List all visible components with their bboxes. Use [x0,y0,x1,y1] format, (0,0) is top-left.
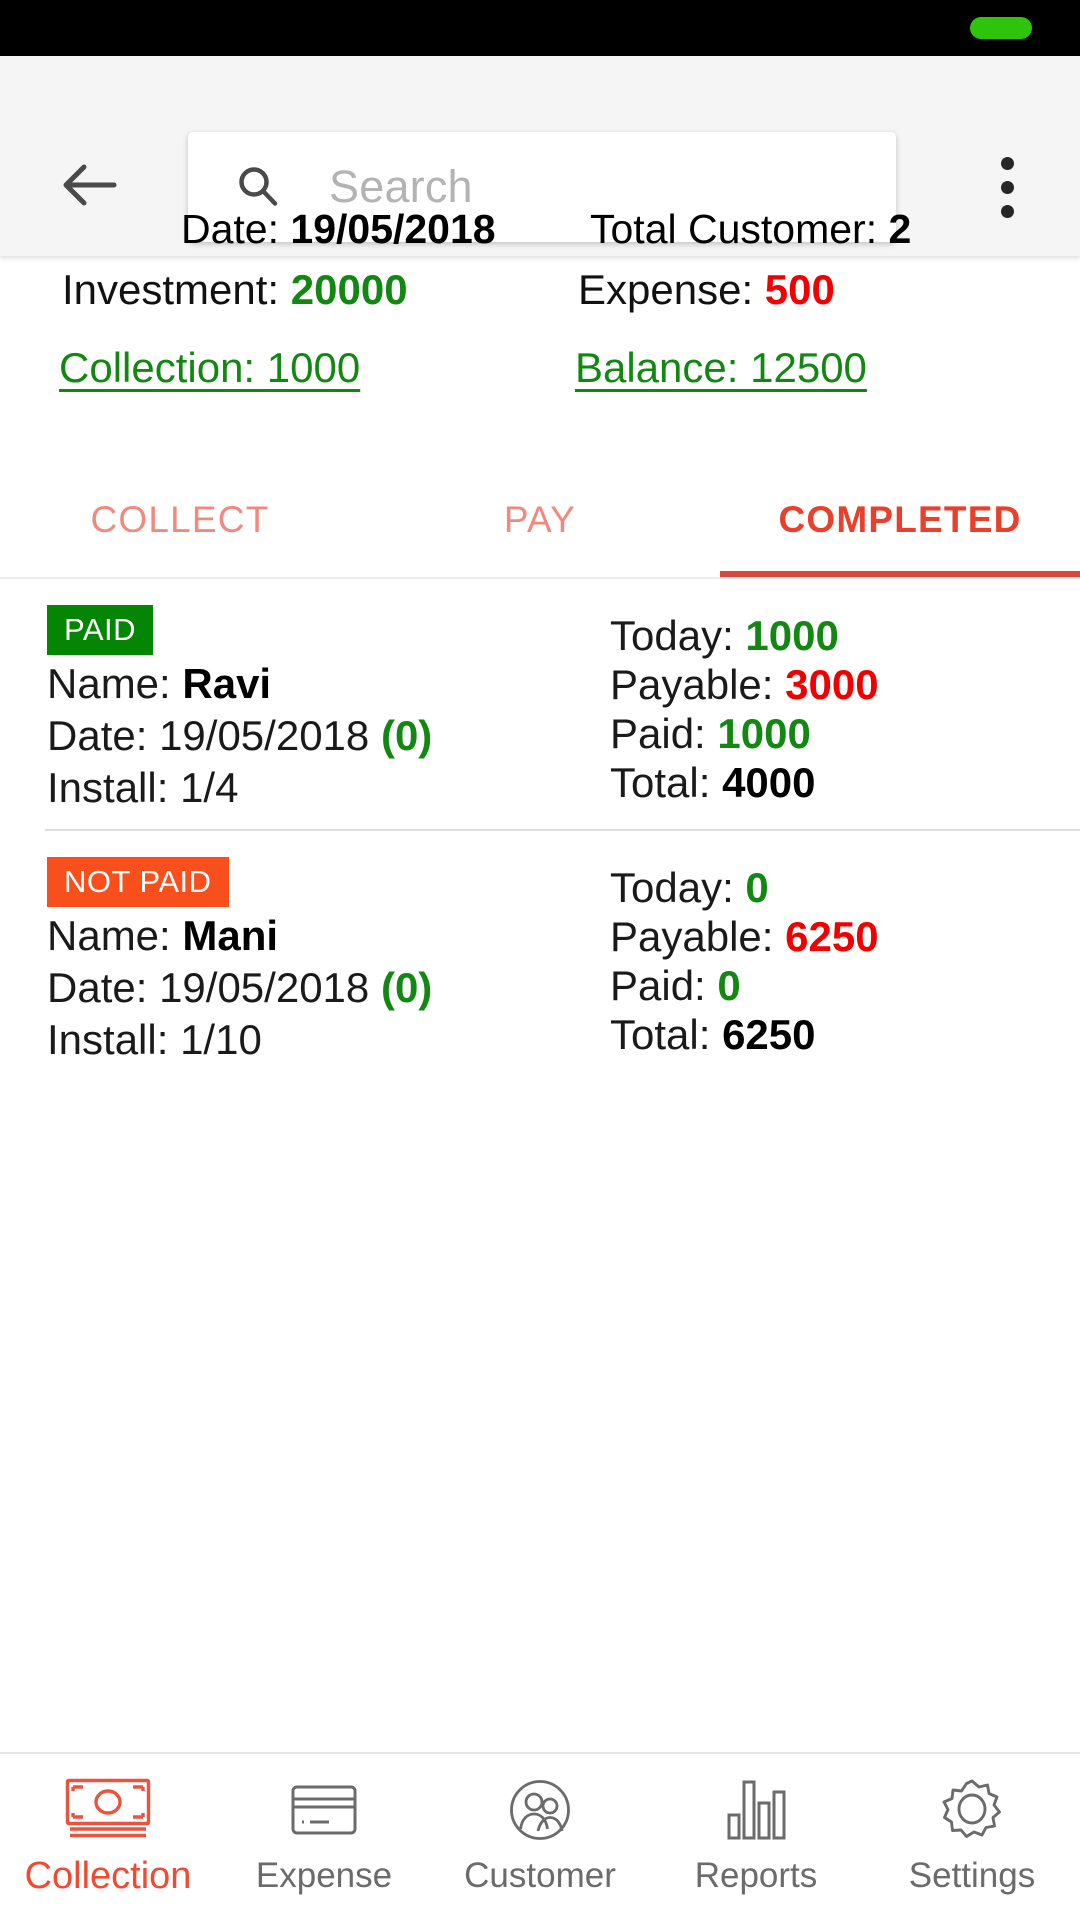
investment-stat: Investment: 20000 [62,266,408,314]
total-label: Total: [610,759,723,807]
payable-value: 3000 [785,661,879,709]
payable-label: Payable: [610,661,786,709]
collection-link[interactable]: Collection: 1000 [59,344,360,392]
app-screen: Search Date: 19/05/2018 Total Customer: … [0,0,1080,1920]
expense-value: 500 [764,266,835,313]
today-value: 1000 [745,612,839,659]
row-amounts: Today: 1000 Payable: 3000 Paid: 1000 Tot… [560,605,1080,811]
nav-label-settings: Settings [908,1856,1036,1895]
install-line: Install: 1/10 [47,1016,560,1063]
date-paren: (0) [380,964,433,1012]
customer-date-line: Date: 19/05/2018 (0) [47,712,560,759]
customer-date-line: Date: 19/05/2018 (0) [47,964,560,1011]
date-summary: Date: 19/05/2018 [181,206,496,253]
date-value: 19/05/2018 [290,206,496,252]
today-line: Today: 1000 [610,611,1080,660]
table-row[interactable]: NOT PAID Name: Mani Date: 19/05/2018 (0)… [0,831,1080,1081]
tab-active-indicator [720,571,1080,577]
name-value: Ravi [182,660,272,707]
total-line: Total: 4000 [610,758,1080,807]
nav-label-collection: Collection [24,1854,192,1897]
expense-stat: Expense: 500 [578,266,835,314]
nav-item-collection[interactable]: Collection [0,1777,216,1898]
bar-chart-icon [726,1778,786,1842]
paid-value: 1000 [717,710,811,758]
paid-label: Paid: [610,710,718,758]
nav-label-expense: Expense [255,1856,393,1895]
investment-label: Investment: [62,266,291,313]
nav-item-customer[interactable]: Customer [432,1778,648,1896]
summary-panel: Investment: 20000 Expense: 500 Collectio… [0,256,1080,471]
payable-line: Payable: 3000 [610,660,1080,709]
app-bar: Search Date: 19/05/2018 Total Customer: … [0,56,1080,256]
install-value: 1/10 [180,1016,262,1064]
total-customer-value: 2 [888,206,912,252]
battery-full-icon [970,17,1032,39]
tab-pay[interactable]: PAY [360,471,720,577]
install-label: Install: [47,1016,181,1064]
status-badge: NOT PAID [47,857,229,908]
date-label: Date: [181,206,291,252]
install-line: Install: 1/4 [47,764,560,811]
search-icon [235,164,281,210]
paid-line: Paid: 1000 [610,709,1080,758]
nav-label-customer: Customer [464,1856,616,1895]
tab-completed[interactable]: COMPLETED [720,471,1080,577]
customer-name-line: Name: Ravi [47,660,560,707]
nav-label-reports: Reports [694,1856,818,1895]
completed-list: PAID Name: Ravi Date: 19/05/2018 (0) Ins… [0,579,1080,1752]
install-label: Install: [47,764,181,812]
row-amounts: Today: 0 Payable: 6250 Paid: 0 Total: 62… [560,857,1080,1063]
name-label: Name: [47,912,183,960]
nav-item-expense[interactable]: Expense [216,1778,432,1896]
balance-link[interactable]: Balance: 12500 [575,344,867,392]
back-arrow-icon[interactable] [55,152,125,218]
paid-line: Paid: 0 [610,961,1080,1010]
payable-line: Payable: 6250 [610,912,1080,961]
today-line: Today: 0 [610,863,1080,912]
investment-value: 20000 [290,266,408,313]
nav-item-reports[interactable]: Reports [648,1778,864,1896]
date-label: Date: [47,964,160,1012]
status-bar [0,0,1080,56]
tab-collect[interactable]: COLLECT [0,471,360,577]
payable-label: Payable: [610,913,786,961]
date-label: Date: [47,712,160,760]
row-details: PAID Name: Ravi Date: 19/05/2018 (0) Ins… [0,605,560,811]
today-value: 0 [745,864,769,912]
gear-icon [940,1778,1004,1842]
name-value: Mani [182,912,279,960]
expense-label: Expense: [578,266,765,313]
row-details: NOT PAID Name: Mani Date: 19/05/2018 (0)… [0,857,560,1063]
date-value: 19/05/2018 [159,712,370,760]
paid-label: Paid: [610,962,718,1010]
credit-card-icon [291,1778,357,1842]
paid-value: 0 [717,962,741,1010]
total-value: 4000 [722,759,816,807]
today-label: Today: [610,612,746,659]
table-row[interactable]: PAID Name: Ravi Date: 19/05/2018 (0) Ins… [0,579,1080,829]
banknote-icon [65,1777,151,1841]
status-badge: PAID [47,605,154,655]
total-customer-summary: Total Customer: 2 [590,206,911,253]
name-label: Name: [47,660,183,707]
tab-bar: COLLECT PAY COMPLETED [0,471,1080,579]
payable-value: 6250 [785,913,879,961]
nav-item-settings[interactable]: Settings [864,1778,1080,1896]
people-circle-icon [509,1778,571,1842]
date-value: 19/05/2018 [159,964,370,1012]
install-value: 1/4 [180,764,239,812]
date-paren: (0) [380,712,433,760]
bottom-navigation: Collection Expense Customer Reports Sett… [0,1752,1080,1920]
more-vertical-icon[interactable] [976,151,1038,223]
customer-name-line: Name: Mani [47,912,560,959]
total-customer-label: Total Customer: [590,206,889,252]
total-label: Total: [610,1011,723,1059]
total-line: Total: 6250 [610,1010,1080,1059]
total-value: 6250 [722,1011,816,1059]
today-label: Today: [610,864,746,912]
